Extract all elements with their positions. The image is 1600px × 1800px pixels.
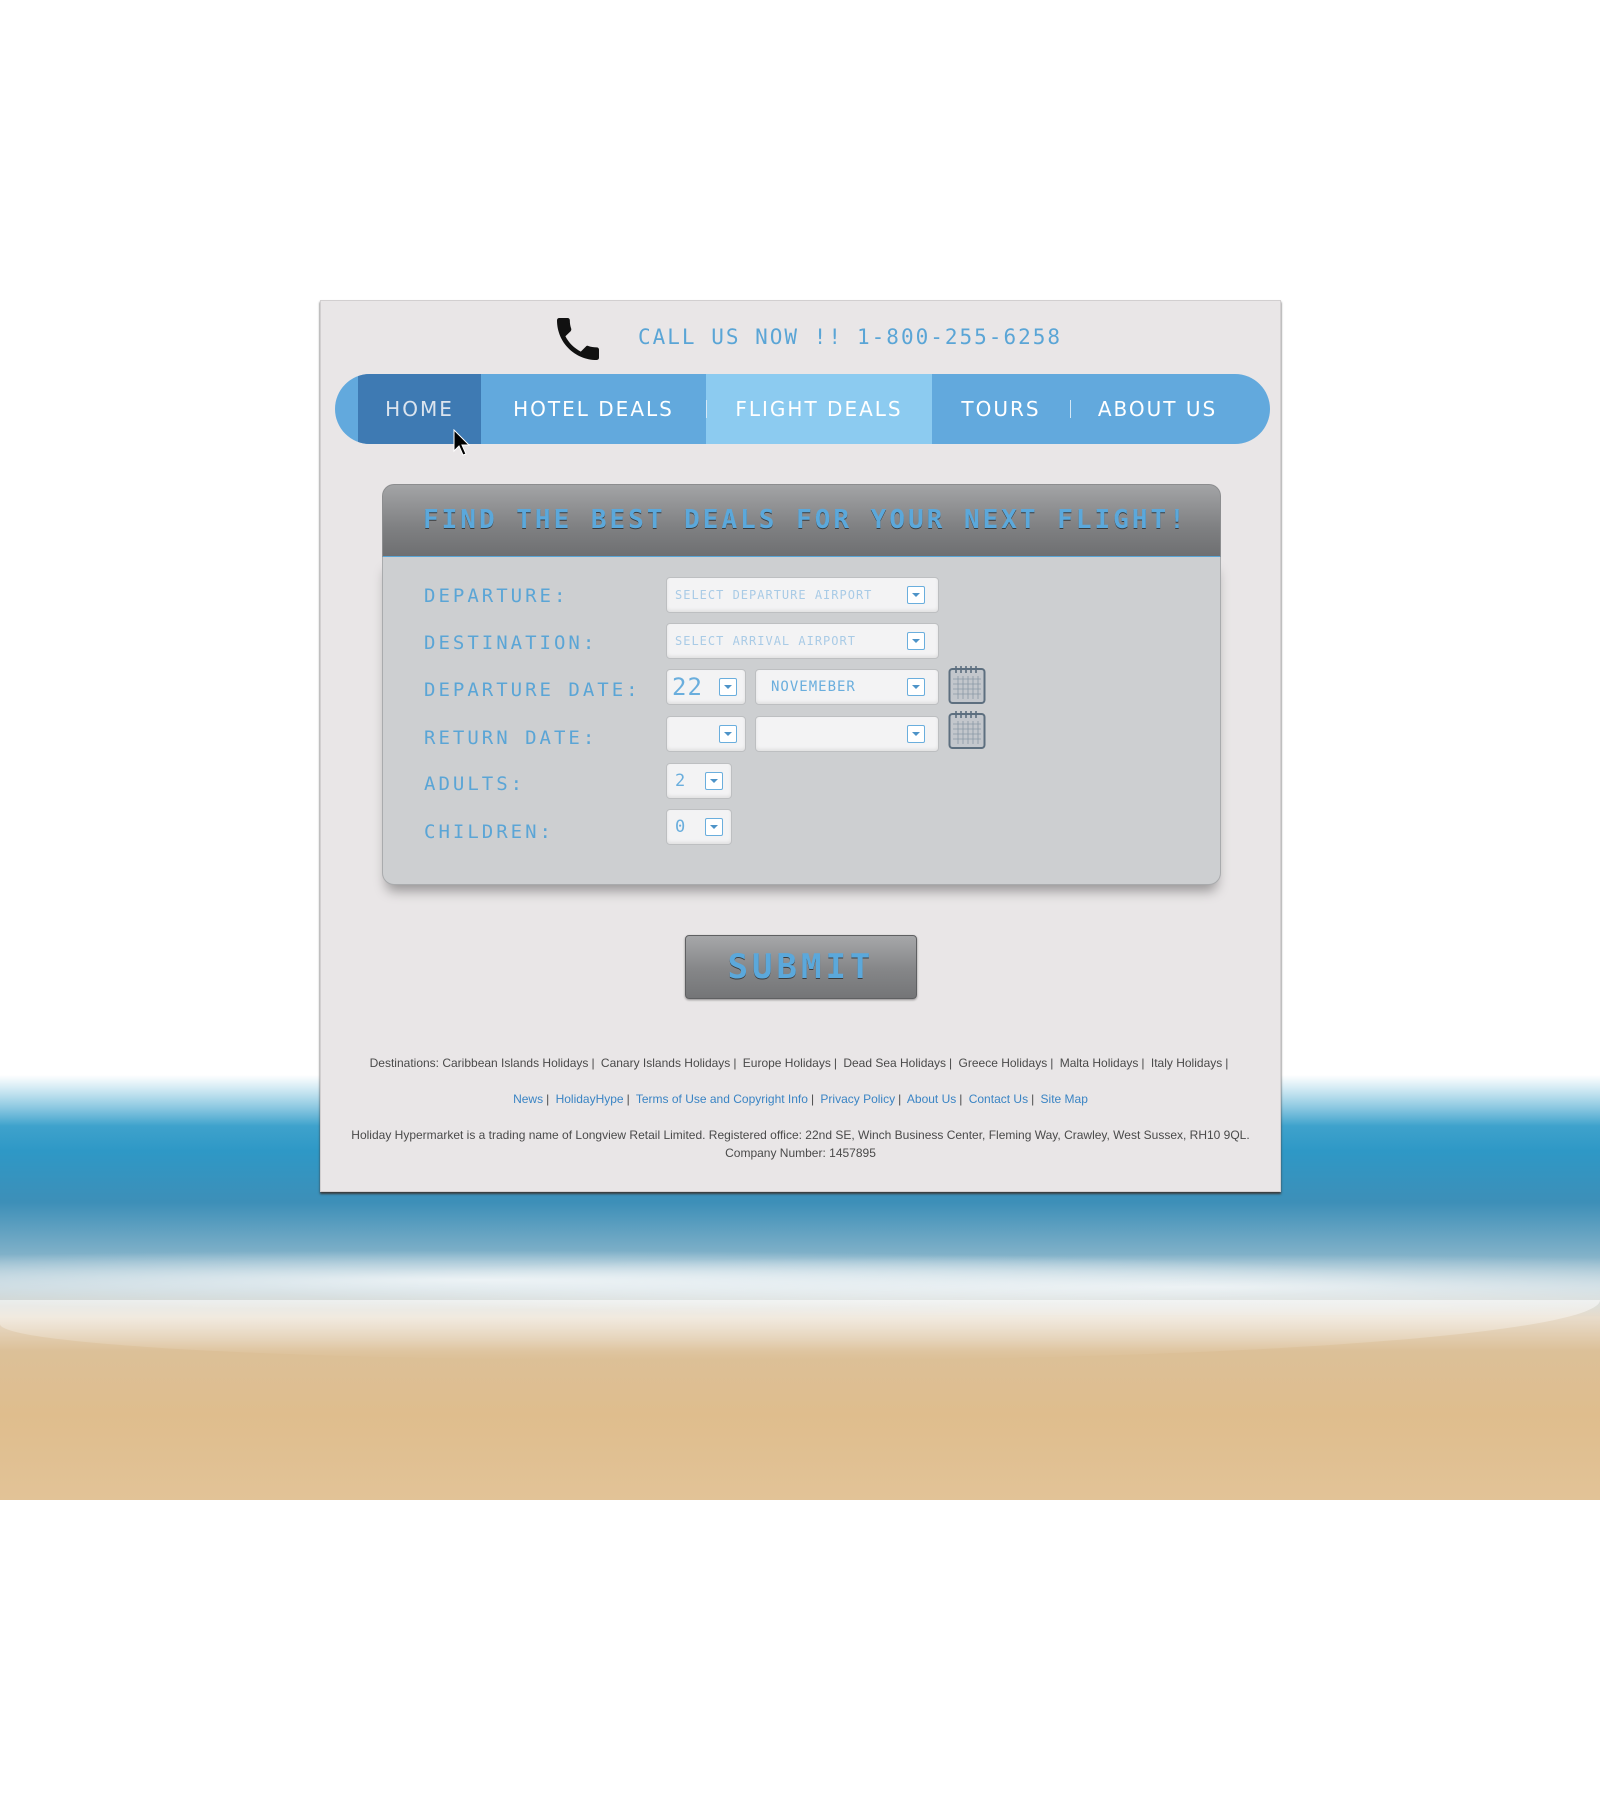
adults-value: 2 — [675, 771, 686, 791]
footer-link-privacy[interactable]: Privacy Policy — [820, 1092, 895, 1106]
footer-link-terms[interactable]: Terms of Use and Copyright Info — [636, 1092, 808, 1106]
arrival-airport-select[interactable]: SELECT ARRIVAL AIRPORT — [666, 623, 939, 659]
children-label: CHILDREN: — [424, 821, 554, 843]
footer-link-sitemap[interactable]: Site Map — [1041, 1092, 1088, 1106]
footer-destinations: Destinations: Caribbean Islands Holidays… — [369, 1056, 1229, 1070]
nav-flight-deals[interactable]: FLIGHT DEALS — [706, 374, 932, 444]
submit-button[interactable]: SUBMIT — [685, 935, 917, 999]
chevron-down-icon[interactable] — [907, 586, 925, 604]
footer-link-holidayhype[interactable]: HolidayHype — [556, 1092, 624, 1106]
departure-month-value: NOVEMEBER — [771, 679, 856, 695]
calendar-icon[interactable] — [948, 665, 986, 705]
departure-label: DEPARTURE: — [424, 585, 569, 607]
call-label: CALL US NOW !! — [638, 325, 844, 349]
main-panel: CALL US NOW !! 1-800-255-6258 HOME HOTEL … — [320, 300, 1281, 1192]
nav-divider — [706, 400, 707, 418]
nav-about-us[interactable]: ABOUT US — [1070, 374, 1245, 444]
footer-links: News | HolidayHype | Terms of Use and Copy… — [513, 1092, 1088, 1106]
phone-icon — [557, 318, 599, 360]
children-select[interactable]: 0 — [666, 809, 732, 845]
arrival-placeholder: SELECT ARRIVAL AIRPORT — [675, 634, 856, 648]
return-day-select[interactable] — [666, 716, 746, 752]
chevron-down-icon[interactable] — [907, 678, 925, 696]
adults-label: ADULTS: — [424, 773, 526, 795]
departure-day-value: 22 — [672, 673, 703, 701]
footer-link-about[interactable]: About Us — [907, 1092, 956, 1106]
departure-placeholder: SELECT DEPARTURE AIRPORT — [675, 588, 873, 602]
return-month-select[interactable] — [755, 716, 939, 752]
chevron-down-icon[interactable] — [907, 725, 925, 743]
destination-label: DESTINATION: — [424, 632, 598, 654]
nav-tours[interactable]: TOURS — [932, 374, 1070, 444]
departure-day-select[interactable]: 22 — [666, 669, 746, 705]
destination-link[interactable]: Canary Islands Holidays — [601, 1056, 730, 1070]
destination-link[interactable]: Malta Holidays — [1060, 1056, 1139, 1070]
main-nav: HOME HOTEL DEALS FLIGHT DEALS TOURS ABOU… — [335, 374, 1270, 444]
children-value: 0 — [675, 817, 686, 837]
search-form: DEPARTURE: SELECT DEPARTURE AIRPORT DEST… — [382, 557, 1221, 885]
destinations-prefix: Destinations: — [369, 1056, 439, 1070]
destination-link[interactable]: Greece Holidays — [959, 1056, 1048, 1070]
phone-number[interactable]: 1-800-255-6258 — [857, 325, 1062, 349]
departure-date-label: DEPARTURE DATE: — [424, 679, 641, 701]
destination-link[interactable]: Italy Holidays — [1151, 1056, 1222, 1070]
destination-link[interactable]: Dead Sea Holidays — [843, 1056, 946, 1070]
nav-divider — [1070, 400, 1071, 418]
destination-link[interactable]: Europe Holidays — [743, 1056, 831, 1070]
search-title: FIND THE BEST DEALS FOR YOUR NEXT FLIGHT… — [423, 505, 1188, 535]
footer-link-contact[interactable]: Contact Us — [969, 1092, 1028, 1106]
chevron-down-icon[interactable] — [719, 725, 737, 743]
footer-link-news[interactable]: News — [513, 1092, 543, 1106]
nav-hotel-deals[interactable]: HOTEL DEALS — [481, 374, 706, 444]
call-bar: CALL US NOW !! 1-800-255-6258 — [321, 301, 1280, 371]
wave-foam — [0, 1300, 1600, 1360]
destination-link[interactable]: Caribbean Islands Holidays — [442, 1056, 588, 1070]
flight-search-box: FIND THE BEST DEALS FOR YOUR NEXT FLIGHT… — [382, 484, 1221, 885]
chevron-down-icon[interactable] — [705, 772, 723, 790]
mouse-cursor-icon — [453, 429, 471, 456]
return-date-label: RETURN DATE: — [424, 727, 598, 749]
adults-select[interactable]: 2 — [666, 763, 732, 799]
departure-airport-select[interactable]: SELECT DEPARTURE AIRPORT — [666, 577, 939, 613]
calendar-icon[interactable] — [948, 710, 986, 750]
chevron-down-icon[interactable] — [705, 818, 723, 836]
departure-month-select[interactable]: NOVEMEBER — [755, 669, 939, 705]
chevron-down-icon[interactable] — [719, 678, 737, 696]
chevron-down-icon[interactable] — [907, 632, 925, 650]
footer-legal-line2: Company Number: 1457895 — [725, 1146, 876, 1160]
footer-legal-line1: Holiday Hypermarket is a trading name of… — [351, 1128, 1250, 1142]
call-us-text: CALL US NOW !! 1-800-255-6258 — [638, 325, 1062, 349]
search-header: FIND THE BEST DEALS FOR YOUR NEXT FLIGHT… — [382, 484, 1221, 558]
